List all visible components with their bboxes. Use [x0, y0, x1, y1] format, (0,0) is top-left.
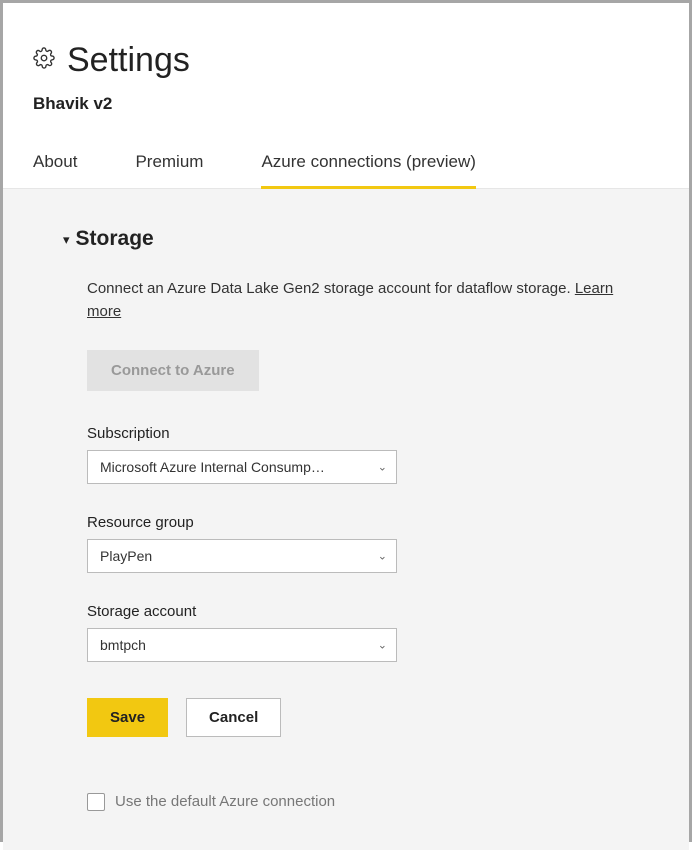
storage-account-label: Storage account [87, 603, 629, 620]
resource-group-select[interactable]: PlayPen [87, 539, 397, 573]
default-connection-checkbox[interactable] [87, 793, 105, 811]
gear-icon [33, 47, 55, 74]
subscription-select[interactable]: Microsoft Azure Internal Consump… [87, 450, 397, 484]
connect-to-azure-button[interactable]: Connect to Azure [87, 350, 259, 391]
caret-down-icon: ▾ [63, 233, 70, 246]
resource-group-label: Resource group [87, 514, 629, 531]
page-title: Settings [67, 41, 190, 80]
storage-account-select[interactable]: bmtpch [87, 628, 397, 662]
page-header: Settings Bhavik v2 [3, 3, 689, 126]
page-subtitle: Bhavik v2 [33, 94, 659, 114]
default-connection-row: Use the default Azure connection [87, 793, 629, 811]
subscription-label: Subscription [87, 425, 629, 442]
save-button[interactable]: Save [87, 698, 168, 737]
tab-azure-connections[interactable]: Azure connections (preview) [261, 152, 475, 189]
tab-about[interactable]: About [33, 152, 77, 189]
storage-description-text: Connect an Azure Data Lake Gen2 storage … [87, 280, 575, 297]
resource-group-field: Resource group PlayPen ⌄ [87, 514, 629, 573]
storage-description: Connect an Azure Data Lake Gen2 storage … [87, 277, 629, 324]
subscription-field: Subscription Microsoft Azure Internal Co… [87, 425, 629, 484]
storage-section-body: Connect an Azure Data Lake Gen2 storage … [63, 277, 629, 811]
storage-section-title: Storage [76, 227, 154, 251]
resource-group-select-wrapper: PlayPen ⌄ [87, 539, 397, 573]
content-area: ▾ Storage Connect an Azure Data Lake Gen… [3, 189, 689, 850]
storage-account-select-wrapper: bmtpch ⌄ [87, 628, 397, 662]
button-row: Save Cancel [87, 698, 629, 737]
storage-section-toggle[interactable]: ▾ Storage [63, 227, 629, 251]
tab-premium[interactable]: Premium [135, 152, 203, 189]
title-row: Settings [33, 41, 659, 80]
default-connection-label: Use the default Azure connection [115, 793, 335, 810]
tabs: About Premium Azure connections (preview… [3, 126, 689, 189]
storage-account-field: Storage account bmtpch ⌄ [87, 603, 629, 662]
subscription-select-wrapper: Microsoft Azure Internal Consump… ⌄ [87, 450, 397, 484]
cancel-button[interactable]: Cancel [186, 698, 281, 737]
